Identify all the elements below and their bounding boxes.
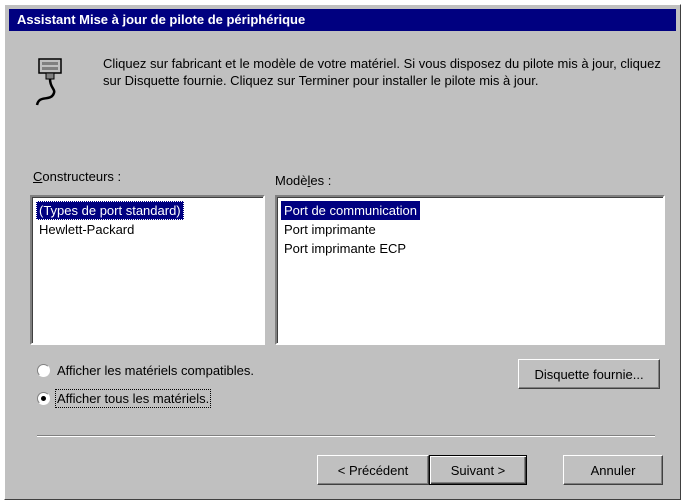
manufacturers-label-text: onstructeurs : <box>42 169 122 184</box>
show-all-label[interactable]: Afficher tous les matériels. <box>54 388 212 408</box>
separator <box>37 435 655 437</box>
show-all-option[interactable]: Afficher tous les matériels. <box>37 388 212 408</box>
wizard-window: Assistant Mise à jour de pilote de périp… <box>4 4 681 500</box>
show-compatible-radio[interactable] <box>37 363 50 377</box>
show-compatible-label[interactable]: Afficher les matériels compatibles. <box>57 363 254 378</box>
manufacturers-listbox[interactable]: (Types de port standard) Hewlett-Packard <box>30 195 265 345</box>
radio-selected-dot <box>41 395 46 401</box>
manufacturers-label: Constructeurs : <box>33 169 122 184</box>
models-listbox[interactable]: Port de communication Port imprimante Po… <box>275 195 665 345</box>
manufacturer-item[interactable]: (Types de port standard) <box>36 201 184 220</box>
show-compatible-option[interactable]: Afficher les matériels compatibles. <box>37 361 254 379</box>
window-title: Assistant Mise à jour de pilote de périp… <box>17 12 306 27</box>
model-item[interactable]: Port de communication <box>281 201 420 220</box>
port-connector-icon <box>35 58 62 106</box>
back-button[interactable]: < Précédent <box>317 455 429 485</box>
have-disk-button[interactable]: Disquette fournie... <box>518 359 660 389</box>
title-bar[interactable]: Assistant Mise à jour de pilote de périp… <box>9 9 676 31</box>
next-button[interactable]: Suivant > <box>429 455 527 485</box>
manufacturer-item[interactable]: Hewlett-Packard <box>36 220 137 239</box>
model-item[interactable]: Port imprimante ECP <box>281 239 409 258</box>
models-label: Modèles : <box>275 173 332 188</box>
model-item[interactable]: Port imprimante <box>281 220 379 239</box>
cancel-button[interactable]: Annuler <box>563 455 663 485</box>
show-all-radio[interactable] <box>37 391 50 405</box>
instructions-text: Cliquez sur fabricant et le modèle de vo… <box>103 56 661 88</box>
